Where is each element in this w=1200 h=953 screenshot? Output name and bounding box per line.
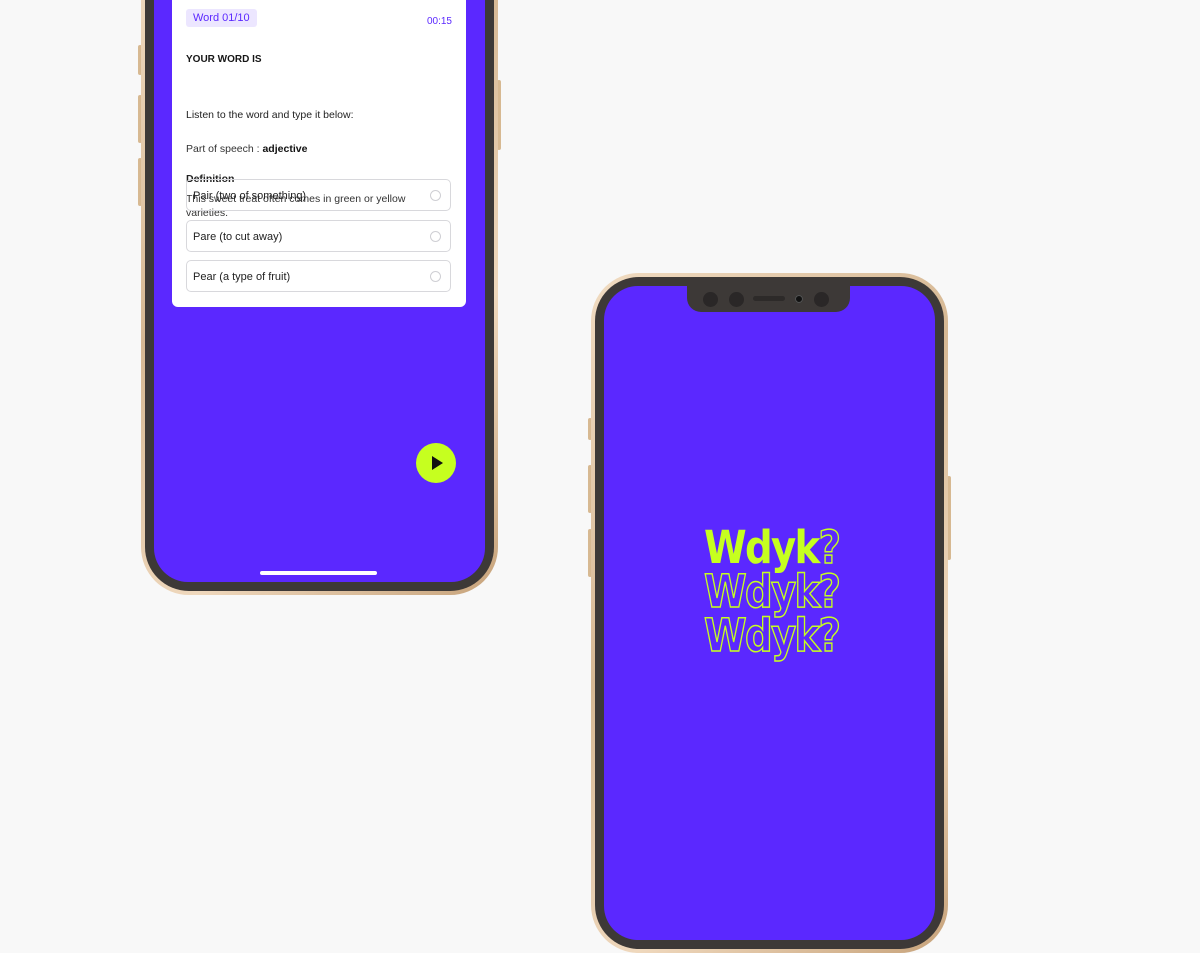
radio-button[interactable] [430,190,441,201]
option-pear[interactable]: Pear (a type of fruit) [186,260,451,292]
timer: 00:15 [426,16,452,27]
home-indicator[interactable] [260,571,377,575]
option-pair[interactable]: Pair (two of something) [186,179,451,211]
part-of-speech-value: adjective [262,143,308,155]
word-heading: YOUR WORD IS [186,54,262,65]
logo-line-1: Wdyk? [704,521,842,574]
part-of-speech: Part of speech : adjective [186,143,307,155]
camera-icon [795,295,803,303]
instruction-text: Listen to the word and type it below: [186,109,354,121]
option-label: Pare (to cut away) [193,231,283,243]
sensor-dot [729,292,744,307]
wdyk-logo: Wdyk? Wdyk? Wdyk? [703,521,842,662]
radio-button[interactable] [430,231,441,242]
splash-screen: Wdyk? Wdyk? Wdyk? [604,286,935,940]
play-button[interactable] [416,443,456,483]
play-icon [432,456,443,470]
option-pare[interactable]: Pare (to cut away) [186,220,451,252]
logo-line-2: Wdyk? [703,565,841,618]
word-counter-badge: Word 01/10 [186,9,257,27]
quiz-screen: Word 01/10 00:15 YOUR WORD IS Listen to … [154,0,485,582]
question-card: Word 01/10 00:15 YOUR WORD IS Listen to … [172,0,466,307]
quiz-phone: Word 01/10 00:15 YOUR WORD IS Listen to … [138,0,501,595]
splash-phone: Wdyk? Wdyk? Wdyk? [588,273,951,953]
notch [687,286,850,312]
radio-button[interactable] [430,271,441,282]
option-label: Pear (a type of fruit) [193,271,291,283]
speaker-grille [753,296,785,301]
sensor-dot [814,292,829,307]
part-of-speech-label: Part of speech : [186,143,263,155]
option-label: Pair (two of something) [193,190,307,202]
logo-line-3: Wdyk? [703,609,841,662]
sensor-dot [703,292,718,307]
